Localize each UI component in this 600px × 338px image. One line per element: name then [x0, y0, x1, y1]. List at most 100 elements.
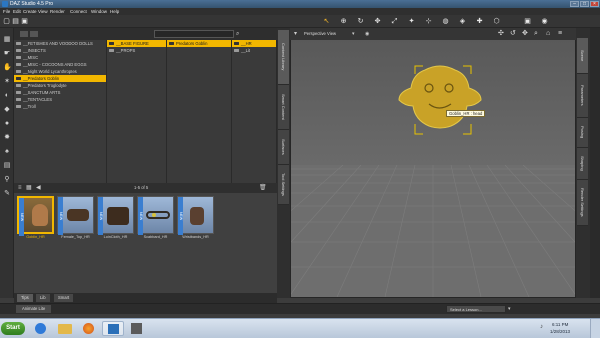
- taskbar-app-ie[interactable]: [30, 321, 52, 336]
- rotate-tool-icon[interactable]: ↻: [357, 18, 364, 25]
- list-view-icon[interactable]: ≡: [18, 185, 24, 191]
- orbit-icon[interactable]: ✣: [498, 30, 506, 38]
- tab-tips[interactable]: Tips: [17, 294, 33, 302]
- lesson-tab[interactable]: Animate Lite: [16, 305, 52, 313]
- tab-smart[interactable]: Smart: [54, 294, 74, 302]
- taskbar-app-firefox[interactable]: [78, 321, 100, 336]
- goblin-head-model[interactable]: [395, 62, 485, 140]
- folder-item[interactable]: __Predators Troglodyte: [14, 82, 106, 89]
- presets-icon[interactable]: ▤: [3, 162, 11, 170]
- trash-icon[interactable]: 🗑: [259, 185, 267, 191]
- open-file-icon[interactable]: ▤: [12, 18, 19, 25]
- menu-window[interactable]: Window: [91, 9, 107, 14]
- tab-parameters[interactable]: Parameters: [577, 74, 588, 118]
- tab-lib[interactable]: Lib: [36, 294, 50, 302]
- tab-content-library[interactable]: Content Library: [278, 30, 289, 85]
- universal-tool-icon[interactable]: ✦: [408, 18, 415, 25]
- thumbnail-wristbands[interactable]: NEW: [177, 196, 214, 235]
- clock-date[interactable]: 1/28/2013: [550, 329, 570, 334]
- maximize-button[interactable]: □: [580, 1, 589, 7]
- draw-style-icon[interactable]: ◉: [365, 31, 371, 37]
- region-tool-icon[interactable]: ◈: [459, 18, 466, 25]
- back-icon[interactable]: ◀: [36, 185, 42, 191]
- geometry-editor-icon[interactable]: ⬡: [493, 18, 500, 25]
- scale-tool-icon[interactable]: ⤢: [391, 18, 398, 25]
- thumbnail-goblin[interactable]: NEW: [17, 196, 54, 236]
- camera-selector[interactable]: Perspective View: [304, 31, 336, 36]
- lights-icon[interactable]: ✸: [3, 134, 11, 142]
- search-icon[interactable]: ⌕: [236, 30, 244, 38]
- lesson-select[interactable]: Select a Lesson...: [446, 305, 506, 313]
- rotate-view-icon[interactable]: ↺: [510, 30, 518, 38]
- tab-render-settings[interactable]: Render Settings: [577, 180, 588, 226]
- pose-icon[interactable]: ✶: [3, 78, 11, 86]
- hand-icon[interactable]: ☛: [3, 50, 11, 58]
- folder-item[interactable]: __TENTACLES: [14, 96, 106, 103]
- taskbar-app-daz[interactable]: [102, 321, 124, 336]
- view-toggle-icon[interactable]: [20, 31, 28, 37]
- viewport-options-icon[interactable]: ≡: [558, 30, 566, 38]
- camera-move-icon[interactable]: ⚲: [3, 176, 11, 184]
- folder-item[interactable]: __SANCTUM ARTS: [14, 89, 106, 96]
- render-icon[interactable]: ◉: [541, 18, 548, 25]
- tab-tool-settings[interactable]: Tool Settings: [278, 165, 289, 205]
- folder-item-selected[interactable]: __HR: [232, 40, 276, 47]
- viewport-menu-icon[interactable]: ▾: [294, 31, 300, 37]
- folder-item[interactable]: __Night World LycanthropIes: [14, 68, 106, 75]
- menu-help[interactable]: Help: [110, 9, 119, 14]
- thumbnail-female-top[interactable]: NEW: [57, 196, 94, 235]
- folder-item[interactable]: __PROPS: [107, 47, 166, 54]
- minimize-button[interactable]: –: [570, 1, 579, 7]
- tab-scene[interactable]: Scene: [577, 38, 588, 74]
- spot-render-icon[interactable]: ✚: [476, 18, 483, 25]
- thumbnail-scabbard[interactable]: NEW: [137, 196, 174, 235]
- surface-selection-icon[interactable]: ◍: [442, 18, 449, 25]
- folder-item[interactable]: __MISC: [14, 54, 106, 61]
- save-icon[interactable]: ▣: [21, 18, 28, 25]
- folder-item-selected[interactable]: Predators Goblin: [167, 40, 231, 47]
- folder-item[interactable]: __Troll: [14, 103, 106, 110]
- folder-item[interactable]: __MISC - COCOONS AND EGGS: [14, 61, 106, 68]
- taskbar-app-explorer[interactable]: [54, 321, 76, 336]
- translate-tool-icon[interactable]: ✥: [374, 18, 381, 25]
- folder-item-selected[interactable]: __BASE FIGURE: [107, 40, 166, 47]
- menu-connect[interactable]: Connect: [70, 9, 87, 14]
- camera-dropdown-icon[interactable]: ▾: [352, 31, 358, 37]
- menu-file[interactable]: File: [3, 9, 10, 14]
- bodies-icon[interactable]: ●: [3, 120, 11, 128]
- pointer-tool-icon[interactable]: ↖: [323, 18, 330, 25]
- pan-icon[interactable]: ✥: [522, 30, 530, 38]
- figure-icon[interactable]: ✋: [3, 64, 12, 72]
- materials-icon[interactable]: ♠: [3, 148, 11, 156]
- menu-render[interactable]: Render: [50, 9, 65, 14]
- start-button[interactable]: Start: [1, 322, 25, 335]
- new-scene-icon[interactable]: ▢: [3, 18, 10, 25]
- clock-time[interactable]: 6:11 PM: [552, 322, 568, 327]
- props-icon[interactable]: ◆: [3, 106, 11, 114]
- close-button[interactable]: ×: [590, 1, 599, 7]
- folder-item-selected[interactable]: __Predators Goblin: [14, 75, 106, 82]
- home-icon[interactable]: [30, 31, 38, 37]
- tab-surfaces[interactable]: Surfaces: [278, 130, 289, 165]
- menu-create[interactable]: Create: [23, 9, 37, 14]
- grid-view-icon[interactable]: ▦: [26, 185, 32, 191]
- lesson-dropdown-icon[interactable]: ▾: [508, 305, 516, 313]
- tab-posing[interactable]: Posing: [577, 118, 588, 148]
- thumbnail-loincloth[interactable]: NEW: [97, 196, 134, 235]
- content-icon[interactable]: ▦: [3, 36, 11, 44]
- taskbar-app-editor[interactable]: [126, 321, 148, 336]
- menu-view[interactable]: View: [38, 9, 48, 14]
- menu-edit[interactable]: Edit: [13, 9, 21, 14]
- show-desktop-button[interactable]: [590, 319, 600, 338]
- frame-icon[interactable]: ⌂: [546, 30, 554, 38]
- tab-smart-content[interactable]: Smart Content: [278, 85, 289, 130]
- folder-item[interactable]: __Lit: [232, 47, 276, 54]
- joint-editor-icon[interactable]: ⊹: [425, 18, 432, 25]
- node-select-icon[interactable]: ⊕: [340, 18, 347, 25]
- tab-shaping[interactable]: Shaping: [577, 148, 588, 180]
- zoom-icon[interactable]: ⌕: [534, 30, 542, 38]
- folder-item[interactable]: __FETISHES AND VOODOO DOLLS: [14, 40, 106, 47]
- render-settings-icon[interactable]: ▣: [524, 18, 531, 25]
- volume-icon[interactable]: ♪: [540, 323, 548, 331]
- wrench-icon[interactable]: ✎: [3, 190, 11, 198]
